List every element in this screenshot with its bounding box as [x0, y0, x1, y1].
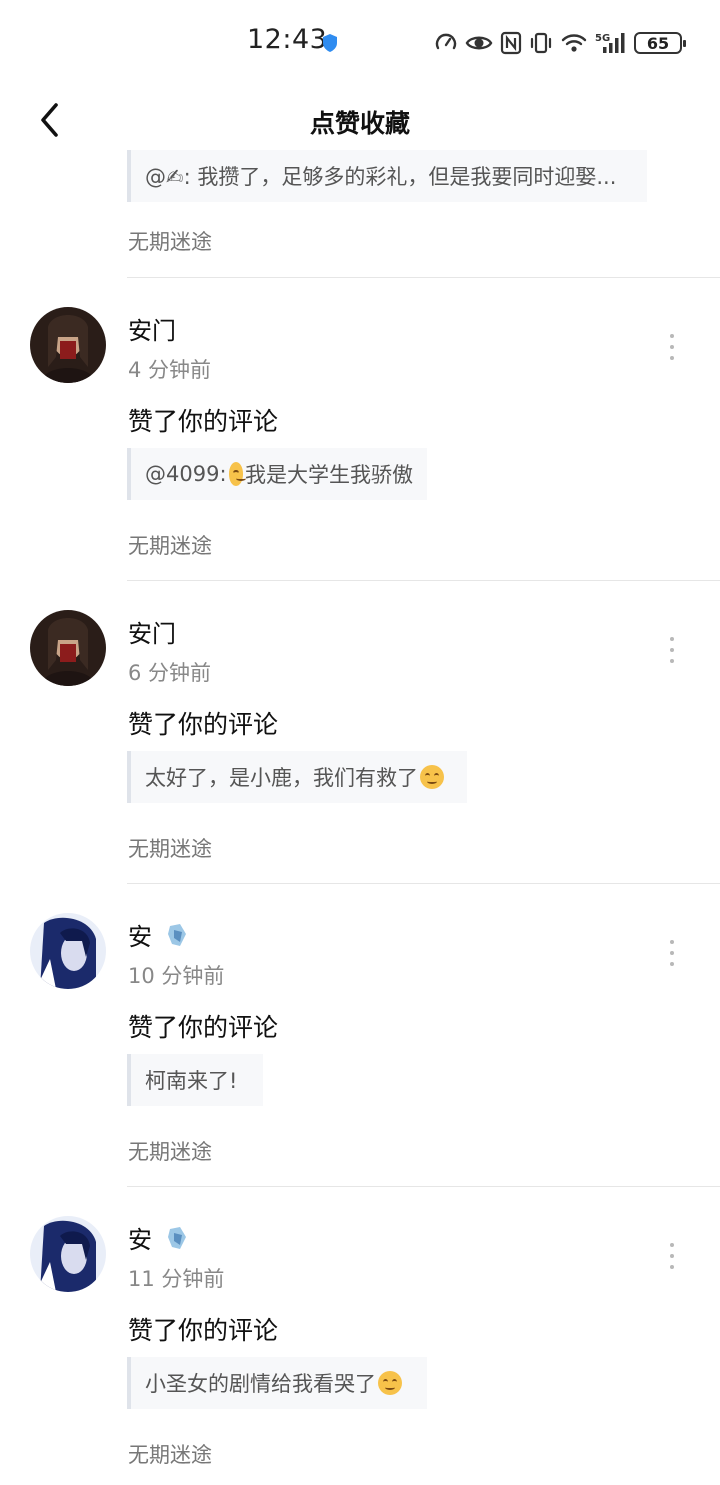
- svg-text:5G: 5G: [595, 33, 610, 44]
- status-bar: 12:43 5G 65: [0, 0, 720, 86]
- timestamp: 10 分钟前: [128, 964, 225, 988]
- quoted-comment-text: 小圣女的剧情给我看哭了: [145, 1372, 376, 1396]
- list-item[interactable]: 安门 6 分钟前 赞了你的评论 太好了，是小鹿，我们有救了 无期迷途: [0, 581, 720, 884]
- action-text: 赞了你的评论: [128, 1316, 279, 1345]
- more-options-button[interactable]: [662, 637, 682, 663]
- more-dot: [670, 659, 674, 663]
- heart-eyes-emoji-icon: [420, 765, 444, 789]
- more-options-button[interactable]: [662, 940, 682, 966]
- quoted-comment[interactable]: 太好了，是小鹿，我们有救了: [127, 751, 467, 803]
- user-name-text: 安门: [128, 620, 176, 648]
- user-name-text: 安: [128, 1226, 152, 1254]
- more-dot: [670, 1254, 674, 1258]
- avatar-image: [30, 1216, 106, 1292]
- timestamp: 11 分钟前: [128, 1267, 225, 1291]
- verified-shield-icon: [323, 34, 337, 52]
- avatar-image: [30, 307, 106, 383]
- source-label[interactable]: 无期迷途: [128, 226, 212, 256]
- more-options-button[interactable]: [662, 1243, 682, 1269]
- signal-5g-icon: 5G: [595, 33, 625, 53]
- status-icons: 5G 65: [434, 28, 686, 58]
- list-item[interactable]: 安 11 分钟前 赞了你的评论 小圣女的剧情给我看哭了 无期迷途: [0, 1187, 720, 1485]
- page-title: 点赞收藏: [309, 109, 410, 138]
- quoted-comment-text: 太好了，是小鹿，我们有救了: [145, 766, 418, 790]
- more-dot: [670, 648, 674, 652]
- status-time: 12:43: [247, 24, 328, 55]
- source-label[interactable]: 无期迷途: [128, 1439, 212, 1469]
- avatar-image: [30, 610, 106, 686]
- action-text: 赞了你的评论: [128, 1013, 279, 1042]
- smiling-emoji-icon: [228, 462, 246, 486]
- user-badge-icon: [168, 923, 186, 946]
- more-dot: [670, 1265, 674, 1269]
- more-dot: [670, 345, 674, 349]
- avatar[interactable]: [30, 1216, 106, 1292]
- source-label[interactable]: 无期迷途: [128, 1136, 212, 1166]
- flushed-emoji-icon: [378, 1371, 402, 1395]
- quoted-comment-text: @✍: 我攒了，足够多的彩礼，但是我要同时迎娶...: [145, 165, 617, 189]
- more-dot: [670, 962, 674, 966]
- source-label[interactable]: 无期迷途: [128, 833, 212, 863]
- more-dot: [670, 356, 674, 360]
- more-dot: [670, 1243, 674, 1247]
- speed-icon: [435, 33, 457, 50]
- avatar[interactable]: [30, 307, 106, 383]
- avatar[interactable]: [30, 913, 106, 989]
- user-badge-icon: [168, 1226, 186, 1249]
- vibrate-icon: [530, 32, 552, 54]
- more-dot: [670, 637, 674, 641]
- quote-mention: @4099:: [145, 462, 227, 486]
- source-label[interactable]: 无期迷途: [128, 530, 212, 560]
- quoted-comment[interactable]: @✍: 我攒了，足够多的彩礼，但是我要同时迎娶...: [127, 150, 647, 202]
- quoted-comment[interactable]: 小圣女的剧情给我看哭了: [127, 1357, 427, 1409]
- wifi-icon: [561, 34, 587, 52]
- user-name[interactable]: 安: [128, 1220, 192, 1255]
- user-name[interactable]: 安门: [128, 311, 176, 346]
- eye-icon: [465, 36, 493, 50]
- more-dot: [670, 940, 674, 944]
- quoted-comment[interactable]: @4099: 我是大学生我骄傲: [127, 448, 427, 500]
- user-name-text: 安门: [128, 317, 176, 345]
- action-text: 赞了你的评论: [128, 407, 279, 436]
- user-name[interactable]: 安: [128, 917, 192, 952]
- user-name[interactable]: 安门: [128, 614, 176, 649]
- more-dot: [670, 951, 674, 955]
- avatar-image: [30, 913, 106, 989]
- battery-icon: 65: [634, 32, 686, 54]
- list-item[interactable]: 安 10 分钟前 赞了你的评论 柯南来了! 无期迷途: [0, 884, 720, 1187]
- action-text: 赞了你的评论: [128, 710, 279, 739]
- quoted-comment[interactable]: 柯南来了!: [127, 1054, 263, 1106]
- more-dot: [670, 334, 674, 338]
- timestamp: 6 分钟前: [128, 661, 212, 685]
- quoted-comment-text: 我是大学生我骄傲: [245, 463, 413, 487]
- page-header: 点赞收藏: [0, 86, 720, 156]
- more-options-button[interactable]: [662, 334, 682, 360]
- timestamp: 4 分钟前: [128, 358, 212, 382]
- quoted-comment-text: 柯南来了!: [145, 1069, 238, 1093]
- user-name-text: 安: [128, 923, 152, 951]
- list-item[interactable]: 安门 4 分钟前 赞了你的评论 @4099: 我是大学生我骄傲 无期迷途: [0, 278, 720, 581]
- nfc-icon: [500, 31, 522, 55]
- battery-level: 65: [646, 33, 670, 53]
- avatar[interactable]: [30, 610, 106, 686]
